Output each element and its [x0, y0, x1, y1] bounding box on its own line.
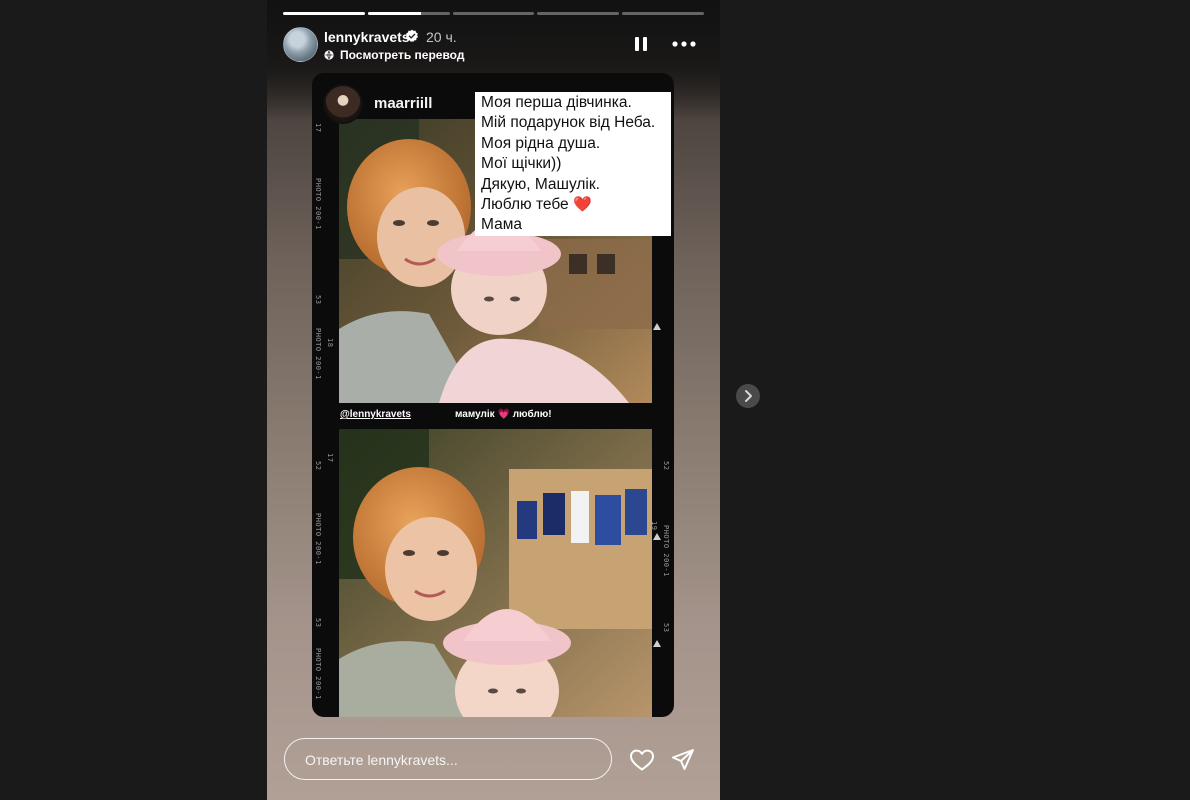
text-sticker: Моя перша дівчинка. Мій подарунок від Не… [475, 92, 671, 236]
film-edge-label: PHOTO 200-1 [314, 648, 322, 700]
film-edge-label: PHOTO 200-1 [314, 513, 322, 565]
progress-segment [622, 12, 704, 15]
note-line-text: Люблю тебе [481, 196, 569, 214]
note-line: Мої щічки)) [481, 155, 562, 173]
post-time: 20 ч. [426, 29, 457, 45]
globe-icon [324, 50, 334, 60]
reply-placeholder: Ответьте lennykravets... [305, 752, 458, 768]
note-line: Мій подарунок від Неба. [481, 114, 656, 132]
author-avatar[interactable] [283, 27, 318, 62]
film-marker [653, 533, 661, 540]
progress-segment [452, 12, 535, 15]
note-line: Мама [481, 216, 522, 234]
chevron-right-icon [745, 390, 752, 402]
mention-link[interactable]: @lennykravets [340, 409, 411, 420]
film-edge-label: 17 [326, 453, 334, 463]
progress-segment [537, 12, 620, 15]
pause-icon[interactable] [634, 36, 648, 52]
more-icon[interactable] [672, 41, 696, 47]
author-username[interactable]: lennykravets [324, 29, 410, 45]
note-line: Моя перша дівчинка. [481, 94, 632, 111]
reply-input[interactable]: Ответьте lennykravets... [284, 738, 612, 780]
sticker-avatar [323, 84, 363, 124]
story-header: lennykravets 20 ч. Посмотреть перевод [283, 27, 704, 63]
translate-link[interactable]: Посмотреть перевод [324, 48, 464, 62]
film-edge-label: PHOTO 200-1 [662, 525, 670, 577]
note-line: Дякую, Машулік. [481, 175, 600, 193]
film-edge-label: PHOTO 200-1 [314, 178, 322, 230]
heart-emoji: ❤️ [572, 196, 592, 214]
caption-text: мамулік 💗 люблю! [455, 409, 552, 420]
film-edge-label: 52 [314, 461, 322, 471]
like-icon[interactable] [629, 748, 655, 772]
film-edge-label: 52 [662, 461, 670, 471]
note-line: Моя рідна душа. [481, 134, 601, 152]
story-viewer: lennykravets 20 ч. Посмотреть перевод 17… [267, 0, 720, 800]
note-line-heart: Люблю тебе ❤️ [481, 195, 671, 215]
caption-strip: @lennykravets мамулік 💗 люблю! [339, 407, 652, 427]
sticker-username: maarriill [374, 95, 433, 112]
film-edge-label: 53 [662, 623, 670, 633]
film-edge-label: 18 [326, 338, 334, 348]
film-edge-label: 53 [314, 295, 322, 305]
verified-icon [405, 29, 419, 42]
progress-fill [367, 12, 421, 15]
film-marker [653, 640, 661, 647]
share-icon[interactable] [671, 748, 695, 772]
film-edge-label: 17 [314, 123, 322, 133]
film-edge-label: 53 [314, 618, 322, 628]
next-story-button[interactable] [736, 384, 760, 408]
caption-end: люблю! [512, 409, 552, 420]
translate-label: Посмотреть перевод [340, 48, 465, 62]
story-media: 17 PHOTO 200-1 53 PHOTO 200-1 18 17 52 P… [312, 73, 674, 717]
story-photo-2 [339, 429, 652, 717]
caption-heart: 💗 [497, 409, 510, 420]
film-marker [653, 323, 661, 330]
film-edge-label: PHOTO 200-1 [314, 328, 322, 380]
progress-bar [283, 12, 704, 15]
progress-segment [367, 12, 450, 15]
progress-fill [283, 12, 365, 15]
progress-segment [283, 12, 365, 15]
caption-start: мамулік [455, 409, 495, 420]
